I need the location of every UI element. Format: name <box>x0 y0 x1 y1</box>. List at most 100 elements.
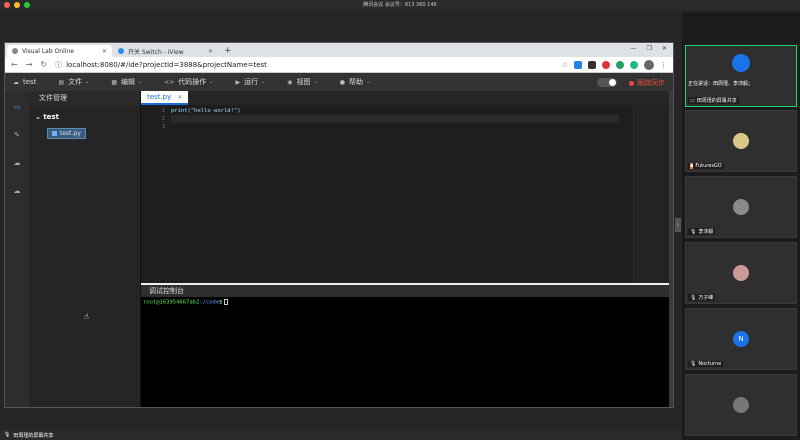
avatar <box>733 265 749 281</box>
extension-icon[interactable] <box>616 60 624 69</box>
play-icon: ▶ <box>235 78 241 86</box>
speaking-label: 正在讲话：田周瑾、李沛毅； <box>688 81 754 87</box>
code-area[interactable]: print("hello world!") <box>171 105 673 283</box>
participant-tile[interactable]: 正在讲话：田周瑾、李沛毅； ▭ 田周瑾的屏幕共享 <box>685 45 797 107</box>
menu-code[interactable]: <> 代码操作 ⌄ <box>164 77 213 87</box>
line-number: 2 <box>161 116 165 122</box>
participant-name-text: 万子峰 <box>698 295 714 301</box>
terminal-path: :/code <box>199 299 220 306</box>
browser-tab-label: Visual Lab Online <box>22 47 74 55</box>
menu-dots-icon[interactable]: ⋮ <box>660 61 667 69</box>
forward-icon[interactable]: → <box>26 60 33 69</box>
participant-tile[interactable]: 🎙 万子峰 <box>685 242 797 304</box>
participant-tile[interactable]: 🎙 李沛毅 <box>685 176 797 238</box>
view-icon: ◉ <box>287 78 293 86</box>
browser-toolbar: ← → ↻ ⓘ localhost:8080/#/ide?projectId=3… <box>5 57 673 73</box>
back-icon[interactable]: ← <box>11 60 18 69</box>
restore-icon[interactable]: ❐ <box>647 45 652 52</box>
code-icon: <> <box>164 78 175 86</box>
participant-name: ▪ FuturesGO <box>688 163 724 169</box>
record-status-label: 跟踪同步 <box>637 79 665 87</box>
close-tab-icon[interactable]: ✕ <box>102 48 107 55</box>
share-status-bar: 🎙 田周瑾的屏幕共享 <box>0 430 682 440</box>
extension-icon[interactable] <box>630 60 638 69</box>
wrench-icon[interactable]: ✎ <box>14 131 20 139</box>
menu-view[interactable]: ◉ 视图 ⌄ <box>287 77 317 87</box>
avatar: N <box>733 331 749 347</box>
chevron-down-icon: ⌄ <box>209 79 214 85</box>
avatar <box>733 397 749 413</box>
participant-tile[interactable] <box>685 374 797 436</box>
console-title: 调试控制台 <box>141 283 673 297</box>
activity-bar: ▭ ✎ ☁ ☁ <box>5 91 29 407</box>
menu-project[interactable]: ☁ test <box>13 78 36 86</box>
files-icon[interactable]: ▭ <box>14 103 21 111</box>
chevron-down-icon: ⌄ <box>85 79 90 85</box>
chevron-down-icon: ⌄ <box>261 79 266 85</box>
screen: 腾讯会议 会议号：813 360 146 Visual Lab Online ✕… <box>0 0 800 440</box>
cloud-download-icon[interactable]: ☁ <box>14 187 21 195</box>
code-line: print("hello world!") <box>171 108 241 114</box>
participants-panel: 正在讲话：田周瑾、李沛毅； ▭ 田周瑾的屏幕共享 ▪ FuturesGO 🎙 李沛毅 … <box>682 12 800 440</box>
minimap[interactable] <box>633 105 673 283</box>
extension-icon[interactable] <box>574 60 582 69</box>
file-panel: 文件管理 ⌄ test test.py <box>29 91 141 407</box>
close-tab-icon[interactable]: ✕ <box>208 48 213 55</box>
tree-file-item[interactable]: test.py <box>47 128 86 139</box>
terminal-cursor <box>224 299 229 305</box>
reload-icon[interactable]: ↻ <box>40 60 47 69</box>
info-icon[interactable]: ⓘ <box>55 60 62 70</box>
participant-name-text: 李沛毅 <box>698 229 714 235</box>
line-gutter: 1 2 3 <box>141 105 171 283</box>
star-icon[interactable]: ☆ <box>562 61 568 69</box>
minimize-icon[interactable]: — <box>631 45 637 52</box>
python-file-icon <box>52 131 57 136</box>
file-panel-title: 文件管理 <box>29 91 140 105</box>
participant-tile[interactable]: N 🎙 Nocturne <box>685 308 797 370</box>
screen-share-label: 田周瑾的屏幕共享 <box>13 432 54 439</box>
cloud-icon: ☁ <box>13 78 19 86</box>
address-bar[interactable]: localhost:8080/#/ide?projectId=3888&proj… <box>66 61 562 69</box>
mac-titlebar: 腾讯会议 会议号：813 360 146 <box>0 0 800 10</box>
browser-tab-label: 开关 Switch - iView <box>128 48 184 56</box>
cloud-upload-icon[interactable]: ☁ <box>14 159 21 167</box>
microphone-muted-icon: 🎙 <box>690 294 697 301</box>
profile-avatar[interactable] <box>644 59 654 70</box>
app-menubar: ☁ test ▤ 文件 ⌄ ▦ 编辑 ⌄ <> 代码操作 ⌄ ▶ 运行 ⌄ ◉ … <box>5 73 673 91</box>
menu-label: test <box>23 78 37 86</box>
page-scrollbar[interactable] <box>669 91 673 407</box>
menu-help[interactable]: ● 帮助 ⌄ <box>340 77 370 87</box>
close-tab-icon[interactable]: ✕ <box>177 94 182 101</box>
menu-label: 文件 <box>68 78 83 86</box>
editor-column: test.py ✕ 1 2 3 print("hello world!") 调试… <box>141 91 673 407</box>
participant-name: 🎙 Nocturne <box>688 361 724 367</box>
close-window-icon[interactable]: ✕ <box>662 45 667 52</box>
extension-icon[interactable] <box>602 60 610 69</box>
terminal[interactable]: root@163954667ab2:/code$ <box>141 297 673 407</box>
new-tab-button[interactable]: + <box>219 45 237 57</box>
browser-tab-visual-lab[interactable]: Visual Lab Online ✕ <box>7 45 112 57</box>
sync-toggle[interactable] <box>597 78 617 87</box>
menu-edit[interactable]: ▦ 编辑 ⌄ <box>111 77 142 87</box>
editor-tab-test-py[interactable]: test.py ✕ <box>141 91 189 105</box>
tree-file-label: test.py <box>60 130 81 137</box>
code-editor[interactable]: 1 2 3 print("hello world!") <box>141 105 673 283</box>
user-icon: ▪ <box>690 163 694 169</box>
extension-icons: ☆ ⋮ <box>562 59 667 70</box>
help-icon: ● <box>339 78 345 86</box>
menu-label: 代码操作 <box>178 78 207 86</box>
browser-tab-iview[interactable]: 开关 Switch - iView ✕ <box>113 45 218 57</box>
tree-root-folder[interactable]: ⌄ test <box>29 105 140 121</box>
panel-collapse-handle[interactable]: › <box>675 218 681 232</box>
toggle-knob <box>609 79 616 86</box>
participant-tile[interactable]: ▪ FuturesGO <box>685 110 797 172</box>
browser-window: Visual Lab Online ✕ 开关 Switch - iView ✕ … <box>4 42 674 408</box>
menu-run[interactable]: ▶ 运行 ⌄ <box>235 77 265 87</box>
editor-tab-label: test.py <box>147 93 172 101</box>
iview-icon <box>118 48 124 54</box>
extension-icon[interactable] <box>588 60 596 69</box>
menu-label: 编辑 <box>121 78 135 86</box>
record-status[interactable]: 跟踪同步 <box>629 78 665 88</box>
line-number: 1 <box>161 108 165 114</box>
menu-file[interactable]: ▤ 文件 ⌄ <box>58 77 89 87</box>
